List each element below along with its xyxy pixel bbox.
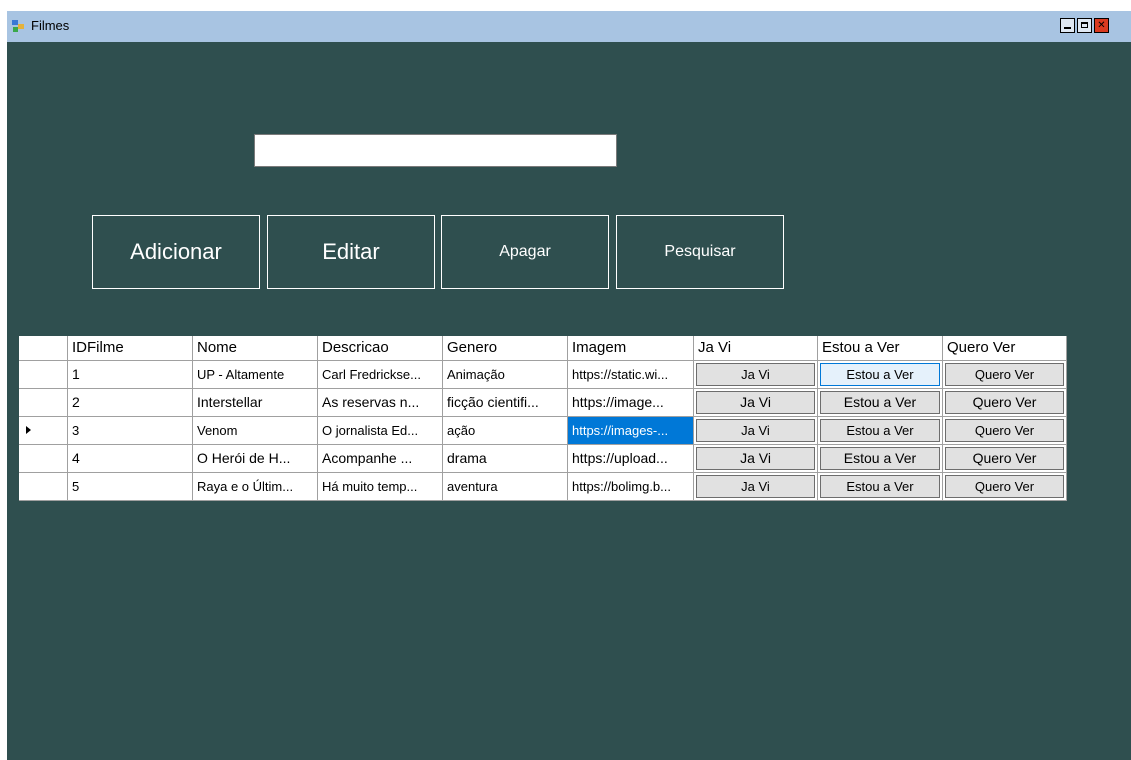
quero-ver-button[interactable]: Quero Ver — [945, 447, 1064, 470]
cell-ja-vi: Ja Vi — [694, 417, 818, 445]
table-row[interactable]: 5 Raya e o Últim... Há muito temp... ave… — [19, 473, 1067, 501]
ja-vi-button[interactable]: Ja Vi — [696, 475, 815, 498]
delete-button[interactable]: Apagar — [441, 215, 609, 289]
estou-a-ver-button[interactable]: Estou a Ver — [820, 363, 940, 386]
cell-estou-a-ver: Estou a Ver — [818, 417, 943, 445]
cell-imagem-selected[interactable]: https://images-... — [568, 417, 694, 445]
maximize-button[interactable] — [1077, 18, 1092, 33]
cell-nome[interactable]: Interstellar — [193, 389, 318, 417]
cell-estou-a-ver: Estou a Ver — [818, 389, 943, 417]
cell-nome[interactable]: O Herói de H... — [193, 445, 318, 473]
minimize-button[interactable] — [1060, 18, 1075, 33]
cell-imagem[interactable]: https://static.wi... — [568, 361, 694, 389]
cell-imagem[interactable]: https://upload... — [568, 445, 694, 473]
quero-ver-button[interactable]: Quero Ver — [945, 391, 1064, 414]
cell-genero[interactable]: drama — [443, 445, 568, 473]
cell-quero-ver: Quero Ver — [943, 389, 1067, 417]
estou-a-ver-button[interactable]: Estou a Ver — [820, 419, 940, 442]
filmes-window: Filmes ✕ Adicionar Editar Apagar Pesquis… — [7, 11, 1131, 760]
cell-ja-vi: Ja Vi — [694, 445, 818, 473]
ja-vi-button[interactable]: Ja Vi — [696, 447, 815, 470]
cell-quero-ver: Quero Ver — [943, 361, 1067, 389]
column-header-estou-a-ver[interactable]: Estou a Ver — [818, 336, 943, 361]
cell-genero[interactable]: ação — [443, 417, 568, 445]
title-bar[interactable]: Filmes ✕ — [7, 11, 1131, 42]
cell-estou-a-ver: Estou a Ver — [818, 361, 943, 389]
column-header-quero-ver[interactable]: Quero Ver — [943, 336, 1067, 361]
cell-imagem[interactable]: https://image... — [568, 389, 694, 417]
minimize-icon — [1064, 27, 1071, 29]
cell-descricao[interactable]: O jornalista Ed... — [318, 417, 443, 445]
quero-ver-button[interactable]: Quero Ver — [945, 419, 1064, 442]
cell-idfilme[interactable]: 4 — [68, 445, 193, 473]
cell-descricao[interactable]: Há muito temp... — [318, 473, 443, 501]
estou-a-ver-button[interactable]: Estou a Ver — [820, 391, 940, 414]
row-header[interactable] — [19, 445, 68, 473]
cell-estou-a-ver: Estou a Ver — [818, 445, 943, 473]
column-header-ja-vi[interactable]: Ja Vi — [694, 336, 818, 361]
cell-ja-vi: Ja Vi — [694, 473, 818, 501]
estou-a-ver-button[interactable]: Estou a Ver — [820, 447, 940, 470]
table-row[interactable]: 1 UP - Altamente Carl Fredrickse... Anim… — [19, 361, 1067, 389]
table-row[interactable]: 2 Interstellar As reservas n... ficção c… — [19, 389, 1067, 417]
close-icon: ✕ — [1097, 20, 1106, 31]
table-row[interactable]: 4 O Herói de H... Acompanhe ... drama ht… — [19, 445, 1067, 473]
column-header-descricao[interactable]: Descricao — [318, 336, 443, 361]
cell-quero-ver: Quero Ver — [943, 417, 1067, 445]
cell-estou-a-ver: Estou a Ver — [818, 473, 943, 501]
cell-imagem[interactable]: https://bolimg.b... — [568, 473, 694, 501]
cell-nome[interactable]: UP - Altamente — [193, 361, 318, 389]
cell-idfilme[interactable]: 5 — [68, 473, 193, 501]
grid-header-row: IDFilme Nome Descricao Genero Imagem Ja … — [19, 336, 1067, 361]
cell-idfilme[interactable]: 2 — [68, 389, 193, 417]
column-header-nome[interactable]: Nome — [193, 336, 318, 361]
quero-ver-button[interactable]: Quero Ver — [945, 363, 1064, 386]
grid-corner-header[interactable] — [19, 336, 68, 361]
cell-nome[interactable]: Raya e o Últim... — [193, 473, 318, 501]
cell-idfilme[interactable]: 3 — [68, 417, 193, 445]
cell-ja-vi: Ja Vi — [694, 361, 818, 389]
search-button[interactable]: Pesquisar — [616, 215, 784, 289]
cell-genero[interactable]: aventura — [443, 473, 568, 501]
row-header[interactable] — [19, 417, 68, 445]
quero-ver-button[interactable]: Quero Ver — [945, 475, 1064, 498]
ja-vi-button[interactable]: Ja Vi — [696, 391, 815, 414]
row-header[interactable] — [19, 389, 68, 417]
cell-genero[interactable]: Animação — [443, 361, 568, 389]
cell-descricao[interactable]: Acompanhe ... — [318, 445, 443, 473]
column-header-genero[interactable]: Genero — [443, 336, 568, 361]
row-header[interactable] — [19, 473, 68, 501]
ja-vi-button[interactable]: Ja Vi — [696, 363, 815, 386]
estou-a-ver-button[interactable]: Estou a Ver — [820, 475, 940, 498]
cell-genero[interactable]: ficção cientifi... — [443, 389, 568, 417]
cell-quero-ver: Quero Ver — [943, 445, 1067, 473]
table-row-current[interactable]: 3 Venom O jornalista Ed... ação https://… — [19, 417, 1067, 445]
cell-nome[interactable]: Venom — [193, 417, 318, 445]
ja-vi-button[interactable]: Ja Vi — [696, 419, 815, 442]
cell-ja-vi: Ja Vi — [694, 389, 818, 417]
close-button[interactable]: ✕ — [1094, 18, 1109, 33]
column-header-idfilme[interactable]: IDFilme — [68, 336, 193, 361]
search-input[interactable] — [254, 134, 617, 167]
column-header-imagem[interactable]: Imagem — [568, 336, 694, 361]
form-icon — [12, 20, 24, 32]
cell-quero-ver: Quero Ver — [943, 473, 1067, 501]
row-header[interactable] — [19, 361, 68, 389]
add-button[interactable]: Adicionar — [92, 215, 260, 289]
cell-descricao[interactable]: As reservas n... — [318, 389, 443, 417]
cell-idfilme[interactable]: 1 — [68, 361, 193, 389]
maximize-icon — [1081, 22, 1088, 28]
window-title: Filmes — [31, 18, 70, 33]
cell-descricao[interactable]: Carl Fredrickse... — [318, 361, 443, 389]
edit-button[interactable]: Editar — [267, 215, 435, 289]
current-row-arrow-icon — [26, 426, 31, 434]
